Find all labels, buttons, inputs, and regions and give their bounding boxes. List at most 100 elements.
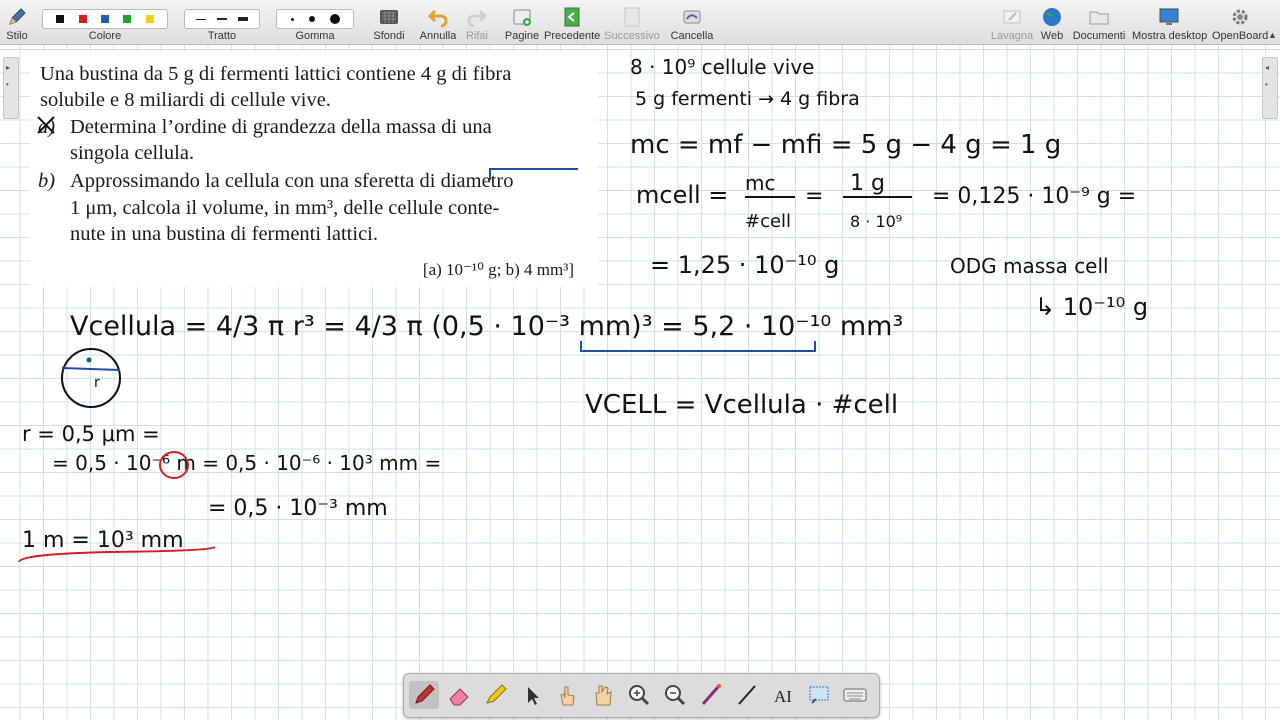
show-desktop-button[interactable]: Mostra desktop [1132, 0, 1207, 44]
toolbar-collapse-icon[interactable]: ▲ [1268, 30, 1277, 40]
line-tool-button[interactable] [732, 681, 762, 709]
volume-result-bracket [580, 341, 816, 352]
note-mass-cell-final: = 1,25 · 10⁻¹⁰ g [650, 251, 839, 279]
gear-icon [1232, 9, 1248, 25]
text-icon: AI [774, 687, 792, 706]
diameter-underline-mark [489, 168, 578, 180]
highlighter-tool-button[interactable] [480, 681, 510, 709]
stroke-width-selector [184, 9, 260, 29]
note-radius-conversion: = 0,5 · 10⁻⁶ m = 0,5 · 10⁻⁶ · 10³ mm = [52, 451, 441, 475]
next-page-icon [624, 7, 640, 27]
pointing-hand-icon [560, 686, 575, 706]
part-a-cross-mark [37, 116, 55, 134]
sphere-diameter-line [61, 367, 121, 371]
note-frac1-den: #cell [745, 211, 791, 232]
pages-button[interactable]: Pagine [504, 0, 540, 44]
zoom-in-tool-button[interactable] [624, 681, 654, 709]
backgrounds-button[interactable]: Sfondi [370, 0, 408, 44]
hand-icon [595, 685, 612, 706]
color-swatch[interactable] [78, 15, 87, 23]
zoom-in-icon [629, 685, 650, 706]
stroke-thick-option[interactable] [237, 17, 248, 21]
stroke-thin-option[interactable] [196, 18, 207, 20]
keyboard-icon [843, 688, 867, 702]
line-icon [738, 685, 756, 705]
note-unit-conversion: 1 m = 10³ mm [22, 528, 184, 553]
interact-tool-button[interactable] [552, 681, 582, 709]
previous-page-icon [564, 7, 580, 27]
color-swatch[interactable] [100, 15, 109, 23]
redo-button[interactable]: Rifai [462, 0, 492, 44]
documents-mode-button[interactable]: Documenti [1072, 0, 1126, 44]
highlighter-icon [486, 684, 507, 704]
svg-text:AI: AI [774, 687, 792, 706]
eraser-size-selector [276, 9, 354, 29]
redo-icon [467, 9, 488, 28]
color-palette [42, 9, 168, 29]
note-volume-cell-formula: Vcellula = 4/3 π r³ = 4/3 π (0,5 · 10⁻³ … [70, 311, 903, 342]
next-page-button[interactable]: Successivo [604, 0, 660, 44]
note-frac2-num: 1 g [850, 171, 885, 196]
eraser-tool-button[interactable] [444, 681, 474, 709]
note-frac1-num: mc [745, 171, 775, 195]
whiteboard-canvas[interactable]: ▸ • ◂ • Una bustina da 5 g di fermenti lat… [0, 45, 1280, 720]
note-radius-result: = 0,5 · 10⁻³ mm [208, 496, 388, 521]
eraser-small-option[interactable] [290, 17, 294, 21]
color-swatch[interactable] [145, 15, 154, 23]
eraser-large-option[interactable] [329, 14, 340, 24]
color-group: Colore [42, 0, 168, 44]
color-swatch[interactable] [123, 15, 132, 23]
note-ferments-fiber: 5 g fermenti → 4 g fibra [635, 88, 860, 110]
clear-page-button[interactable]: Cancella [670, 0, 714, 44]
eraser-medium-option[interactable] [308, 16, 315, 22]
note-radius-line: r = 0,5 μm = [22, 422, 160, 446]
previous-page-button[interactable]: Precedente [544, 0, 600, 44]
stroke-group: Tratto [184, 0, 260, 44]
virtual-keyboard-tool-button[interactable] [840, 681, 870, 709]
pen-tool-button[interactable] [409, 681, 439, 709]
main-toolbar: Stilo Colore Tratto Gomma Sfondi Annulla… [0, 0, 1280, 45]
folder-icon [1089, 11, 1109, 25]
globe-icon [1043, 8, 1061, 26]
pen-icon [415, 684, 435, 704]
capture-icon [809, 686, 829, 704]
stylus-button[interactable]: Stilo [2, 0, 32, 44]
tools-palette: AI [403, 673, 880, 718]
note-cells-count: 8 · 10⁹ cellule vive [630, 55, 814, 79]
color-swatch[interactable] [56, 15, 65, 23]
note-frac2-den: 8 · 10⁹ [850, 212, 902, 231]
pages-icon [513, 9, 531, 26]
desktop-icon [1159, 8, 1179, 25]
note-mass-cell-label: mcell = [636, 181, 728, 209]
openboard-menu-button[interactable]: OpenBoard [1212, 0, 1268, 44]
web-mode-button[interactable]: Web [1038, 0, 1066, 44]
text-tool-button[interactable]: AI [768, 681, 798, 709]
cursor-icon [528, 687, 539, 705]
hand-tool-button[interactable] [588, 681, 618, 709]
laser-pointer-tool-button[interactable] [696, 681, 726, 709]
select-tool-button[interactable] [516, 681, 546, 709]
stroke-medium-option[interactable] [216, 18, 227, 20]
clear-page-icon [683, 10, 701, 24]
sphere-center-dot [86, 357, 92, 363]
handwritten-notes: 8 · 10⁹ cellule vive 5 g fermenti → 4 g … [18, 55, 1148, 563]
note-mass-cell-result: = 0,125 · 10⁻⁹ g = [932, 184, 1136, 209]
backgrounds-icon [380, 10, 398, 24]
cell-sphere-sketch [61, 348, 121, 408]
note-equals: = [805, 184, 823, 209]
sphere-radius-label: r [94, 375, 100, 391]
board-icon [1003, 10, 1021, 24]
laser-pointer-icon [701, 684, 721, 705]
note-order-of-magnitude-title: ODG massa cell [950, 254, 1109, 278]
stylus-icon [9, 8, 26, 25]
note-total-volume: VCELL = Vcellula · #cell [585, 390, 898, 420]
board-mode-button[interactable]: Lavagna [990, 0, 1034, 44]
eraser-group: Gomma [276, 0, 354, 44]
capture-tool-button[interactable] [804, 681, 834, 709]
eraser-icon [449, 688, 469, 706]
zoom-out-tool-button[interactable] [660, 681, 690, 709]
note-mass-difference: mc = mf − mfi = 5 g − 4 g = 1 g [630, 130, 1061, 160]
zoom-out-icon [665, 685, 686, 706]
undo-button[interactable]: Annulla [418, 0, 458, 44]
undo-icon [427, 9, 448, 28]
